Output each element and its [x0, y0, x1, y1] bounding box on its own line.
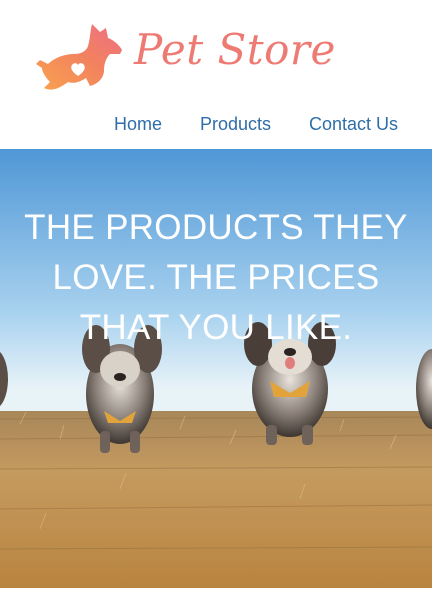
brand-name: Pet Store — [134, 25, 336, 74]
nav-link-contact-us[interactable]: Contact Us — [309, 113, 398, 135]
main-nav: Home Products Contact Us — [0, 108, 432, 142]
nav-link-products[interactable]: Products — [200, 113, 271, 135]
site-header: Pet Store Home Products Contact Us — [0, 0, 432, 149]
nav-link-home[interactable]: Home — [114, 113, 162, 135]
brand-logo-link[interactable]: Pet Store — [34, 18, 335, 98]
hero-headline: THE PRODUCTS THEY LOVE. THE PRICES THAT … — [24, 208, 408, 347]
page-bottom-strip — [0, 588, 432, 597]
hero-banner: THE PRODUCTS THEY LOVE. THE PRICES THAT … — [0, 149, 432, 588]
dog-heart-logo-icon — [36, 24, 122, 90]
